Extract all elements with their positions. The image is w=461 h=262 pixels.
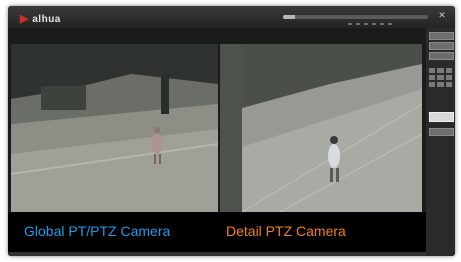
status-strip: [8, 252, 426, 256]
side-control-panel: [426, 28, 455, 256]
detail-camera-view[interactable]: [220, 44, 422, 212]
layout-1-icon[interactable]: [429, 32, 454, 40]
video-client-window: ▶ alhua ✕ Global PT/PTZ Camera Detail PT…: [8, 6, 455, 256]
close-icon[interactable]: ✕: [437, 10, 447, 20]
global-camera-caption: Global PT/PTZ Camera: [24, 223, 171, 239]
detail-camera-feed: [220, 44, 422, 212]
detail-camera-caption: Detail PTZ Camera: [226, 223, 346, 239]
settings-icon[interactable]: [429, 112, 454, 122]
title-bar: ▶ alhua ✕: [8, 6, 455, 28]
logo-text: alhua: [32, 14, 61, 25]
layout-4-icon[interactable]: [429, 42, 454, 50]
global-camera-view[interactable]: [11, 44, 218, 212]
playback-progress-fill: [283, 15, 295, 19]
toolbar-indicator-dots: [348, 23, 392, 25]
window-layout-grid[interactable]: [429, 68, 452, 87]
brand-logo: ▶ alhua: [20, 12, 61, 25]
global-camera-feed: [11, 44, 218, 212]
layout-9-icon[interactable]: [429, 52, 454, 60]
logo-mark-icon: ▶: [20, 13, 29, 25]
playback-progress-bar[interactable]: [283, 15, 428, 19]
ptz-icon[interactable]: [429, 128, 454, 136]
